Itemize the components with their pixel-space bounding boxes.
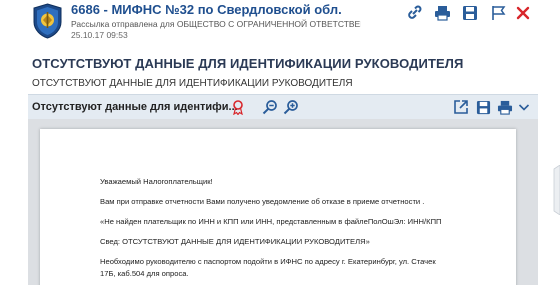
document-viewer[interactable]: Уважаемый Налогоплательщик! Вам при отпр… — [28, 119, 538, 285]
recipient-subtitle: Рассылка отправлена для ОБЩЕСТВО С ОГРАН… — [71, 19, 361, 29]
sender-title: 6686 - МИФНС №32 по Свердловской обл. — [71, 2, 342, 17]
doc-line: Необходимо руководителю с паспортом подо… — [100, 257, 436, 266]
attachment-name[interactable]: Отсутствуют данные для идентифи... — [32, 101, 238, 113]
message-header: 6686 - МИФНС №32 по Свердловской обл. Ра… — [0, 0, 560, 44]
doc-line: 17Б, каб.504 для опроса. — [100, 269, 189, 278]
attachment-bar: Отсутствуют данные для идентифи... — [28, 94, 538, 119]
message-subject-title: ОТСУТСТВУЮТ ДАННЫЕ ДЛЯ ИДЕНТИФИКАЦИИ РУК… — [32, 56, 464, 71]
document-page: Уважаемый Налогоплательщик! Вам при отпр… — [40, 129, 516, 285]
zoom-in-icon[interactable] — [282, 98, 300, 116]
zoom-out-icon[interactable] — [261, 98, 279, 116]
doc-line: «Не найден плательщик по ИНН и КПП или И… — [100, 217, 442, 226]
printer-icon[interactable] — [432, 4, 452, 22]
fns-emblem-logo — [33, 3, 62, 39]
close-icon[interactable] — [513, 4, 533, 22]
chevron-down-icon[interactable] — [517, 98, 531, 116]
message-body-subject: ОТСУТСТВУЮТ ДАННЫЕ ДЛЯ ИДЕНТИФИКАЦИИ РУК… — [32, 78, 353, 89]
attachment-print-icon[interactable] — [496, 98, 514, 116]
doc-line: Вам при отправке отчетности Вами получен… — [100, 197, 425, 206]
save-icon[interactable] — [460, 4, 480, 22]
open-external-icon[interactable] — [452, 98, 470, 116]
attachment-save-icon[interactable] — [474, 98, 492, 116]
signature-badge-icon — [229, 98, 247, 116]
side-panel-handle[interactable] — [552, 164, 560, 216]
doc-line: Свед: ОТСУТСТВУЮТ ДАННЫЕ ДЛЯ ИДЕНТИФИКАЦ… — [100, 237, 370, 246]
link-icon[interactable] — [404, 4, 424, 22]
message-date: 25.10.17 09:53 — [71, 30, 128, 40]
flag-icon[interactable] — [488, 4, 508, 22]
doc-line: Уважаемый Налогоплательщик! — [100, 177, 213, 186]
